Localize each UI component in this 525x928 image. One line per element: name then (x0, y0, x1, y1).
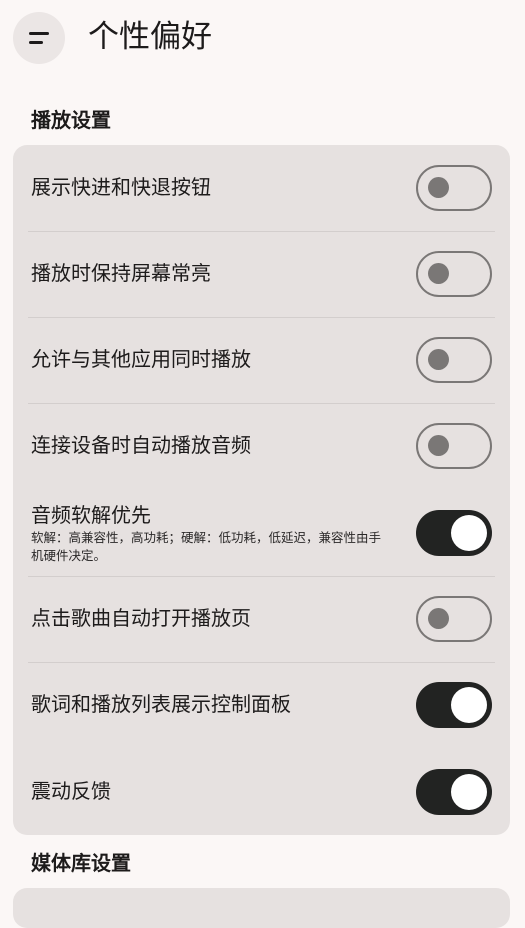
setting-label: 展示快进和快退按钮 (31, 175, 211, 199)
setting-label: 点击歌曲自动打开播放页 (31, 606, 251, 630)
toggle-switch[interactable] (416, 682, 492, 728)
setting-row-software-decoding[interactable]: 音频软解优先 软解：高兼容性，高功耗；硬解：低功耗，低延迟，兼容性由手机硬件决定… (13, 490, 510, 576)
switch-knob (451, 774, 487, 810)
setting-label: 播放时保持屏幕常亮 (31, 261, 211, 285)
playback-settings-card: 展示快进和快退按钮 播放时保持屏幕常亮 允许与其他应用同时播放 连接设备时自动播… (13, 145, 510, 835)
setting-row-open-player-on-tap[interactable]: 点击歌曲自动打开播放页 (13, 577, 510, 663)
toggle-switch[interactable] (416, 510, 492, 556)
switch-knob (451, 687, 487, 723)
toggle-switch[interactable] (416, 423, 492, 469)
toggle-switch[interactable] (416, 337, 492, 383)
setting-row-show-seek-buttons[interactable]: 展示快进和快退按钮 (13, 145, 510, 231)
top-app-bar: 个性偏好 (0, 0, 525, 76)
switch-knob (428, 608, 449, 629)
toggle-switch[interactable] (416, 251, 492, 297)
toggle-switch[interactable] (416, 596, 492, 642)
switch-knob (428, 349, 449, 370)
page-title: 个性偏好 (88, 19, 212, 55)
library-settings-card (13, 888, 510, 928)
setting-label: 震动反馈 (31, 779, 111, 803)
setting-row-autoplay-on-connect[interactable]: 连接设备时自动播放音频 (13, 404, 510, 490)
section-title-library: 媒体库设置 (31, 851, 131, 875)
toggle-switch[interactable] (416, 769, 492, 815)
setting-label: 连接设备时自动播放音频 (31, 433, 251, 457)
section-title-playback: 播放设置 (31, 108, 111, 132)
setting-row-keep-screen-on[interactable]: 播放时保持屏幕常亮 (13, 232, 510, 318)
setting-label: 歌词和播放列表展示控制面板 (31, 692, 291, 716)
toggle-switch[interactable] (416, 165, 492, 211)
setting-label: 允许与其他应用同时播放 (31, 347, 251, 371)
switch-knob (451, 515, 487, 551)
setting-row-lyrics-controls[interactable]: 歌词和播放列表展示控制面板 (13, 663, 510, 749)
switch-knob (428, 435, 449, 456)
setting-description: 软解：高兼容性，高功耗；硬解：低功耗，低延迟，兼容性由手机硬件决定。 (31, 530, 382, 563)
menu-button[interactable] (13, 12, 65, 64)
setting-row-haptic-feedback[interactable]: 震动反馈 (13, 749, 510, 835)
switch-knob (428, 177, 449, 198)
setting-row-mix-with-others[interactable]: 允许与其他应用同时播放 (13, 318, 510, 404)
setting-label: 音频软解优先 (31, 503, 151, 527)
switch-knob (428, 263, 449, 284)
